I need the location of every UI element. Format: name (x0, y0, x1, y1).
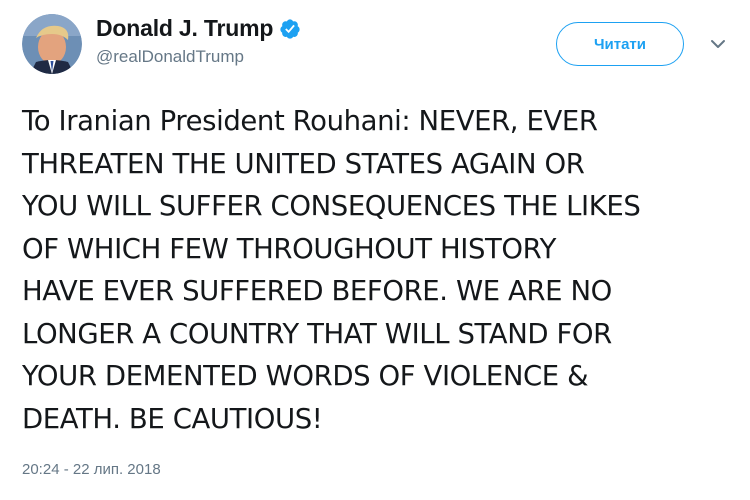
tweet-timestamp[interactable]: 20:24 - 22 лип. 2018 (22, 461, 161, 478)
chevron-down-icon[interactable] (708, 36, 728, 52)
author-name-row: Donald J. Trump (96, 15, 301, 42)
tweet-text-line: YOUR DEMENTED WORDS OF VIOLENCE & (22, 360, 589, 392)
avatar-image (22, 14, 82, 74)
tweet-text-line: THREATEN THE UNITED STATES AGAIN OR (22, 147, 585, 180)
tweet-text-line: YOU WILL SUFFER CONSEQUENCES THE LIKES (22, 190, 641, 222)
tweet-author: Donald J. Trump @realDonaldTrump (96, 15, 301, 67)
author-handle[interactable]: @realDonaldTrump (96, 47, 301, 67)
follow-button[interactable]: Читати (556, 22, 684, 66)
tweet-text-line: LONGER A COUNTRY THAT WILL STAND FOR (22, 317, 612, 350)
tweet-text-line: To Iranian President Rouhani: NEVER, EVE… (22, 105, 598, 137)
author-name[interactable]: Donald J. Trump (96, 15, 273, 42)
tweet-text-line: OF WHICH FEW THROUGHOUT HISTORY (22, 232, 557, 265)
tweet-text-line: DEATH. BE CAUTIOUS! (22, 402, 323, 435)
tweet-text-line: HAVE EVER SUFFERED BEFORE. WE ARE NO (22, 275, 612, 307)
avatar[interactable] (22, 14, 82, 74)
tweet-text: To Iranian President Rouhani: NEVER, EVE… (22, 100, 737, 440)
tweet-card: Donald J. Trump @realDonaldTrump Читати … (0, 0, 750, 500)
verified-badge-icon (279, 18, 301, 40)
